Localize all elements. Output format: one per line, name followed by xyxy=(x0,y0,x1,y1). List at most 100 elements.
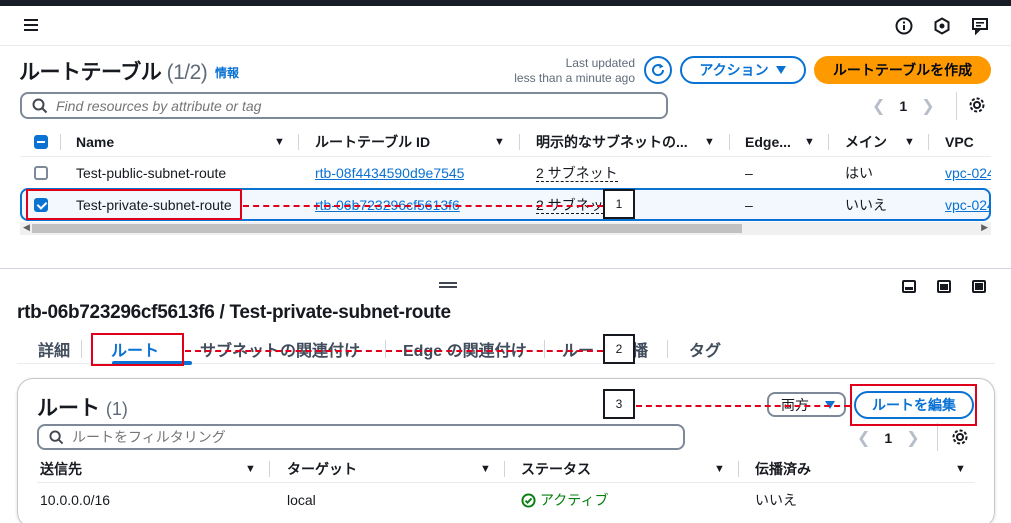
info-link[interactable]: 情報 xyxy=(215,64,239,81)
scroll-right-icon[interactable]: ▶ xyxy=(981,222,988,233)
refresh-icon xyxy=(652,63,665,77)
column-header-edge[interactable]: Edge... xyxy=(745,127,791,157)
sort-icon[interactable]: ▼ xyxy=(274,127,285,157)
row-main: はい xyxy=(845,165,873,181)
column-label: Edge... xyxy=(745,134,791,150)
row-name: Test-public-subnet-route xyxy=(76,165,227,181)
column-label: 送信先 xyxy=(40,461,82,477)
route-table-id-link[interactable]: rtb-08f4434590d9e7545 xyxy=(315,165,464,181)
row-main: いいえ xyxy=(845,197,887,213)
column-header-name[interactable]: Name xyxy=(76,127,114,157)
split-panel-divider[interactable] xyxy=(0,268,1011,269)
sort-icon[interactable]: ▼ xyxy=(704,127,715,157)
page-title-text: ルートテーブル xyxy=(19,61,162,84)
column-divider xyxy=(729,134,730,150)
route-propagated: いいえ xyxy=(755,492,797,508)
prev-page-icon[interactable]: ❮ xyxy=(857,428,870,448)
row-edge: – xyxy=(745,197,753,213)
column-header-subnets[interactable]: 明示的なサブネットの... xyxy=(536,127,688,157)
routes-count: (1) xyxy=(105,399,128,419)
info-icon[interactable] xyxy=(895,17,913,35)
status-text: アクティブ xyxy=(540,492,609,508)
column-divider xyxy=(928,134,929,150)
tab-edge-associations[interactable]: Edge の関連付け xyxy=(403,334,527,364)
scrollbar-thumb[interactable] xyxy=(32,224,742,233)
divider xyxy=(956,92,957,120)
refresh-button[interactable] xyxy=(644,56,672,84)
horizontal-scrollbar[interactable]: ◀ ▶ xyxy=(20,222,991,235)
column-label: ターゲット xyxy=(287,461,357,477)
annotation-callout-2: 2 xyxy=(603,334,635,364)
column-divider xyxy=(504,461,505,477)
next-page-icon[interactable]: ❯ xyxy=(906,428,919,448)
sort-icon[interactable]: ▼ xyxy=(804,127,815,157)
settings-gear-icon[interactable] xyxy=(968,96,986,114)
column-header-status[interactable]: ステータス xyxy=(521,455,591,483)
sort-icon[interactable]: ▼ xyxy=(904,127,915,157)
tab-tags[interactable]: タグ xyxy=(689,334,721,364)
sort-icon[interactable]: ▼ xyxy=(480,455,491,483)
sort-icon[interactable]: ▼ xyxy=(245,455,256,483)
current-page[interactable]: 1 xyxy=(899,98,907,114)
route-status: アクティブ xyxy=(521,484,608,516)
subnet-count[interactable]: 2 サブネット xyxy=(536,165,618,182)
caret-down-icon xyxy=(775,66,786,74)
tab-divider xyxy=(544,340,545,358)
select-all-checkbox[interactable] xyxy=(34,127,48,157)
sort-icon[interactable]: ▼ xyxy=(714,455,725,483)
route-destination: 10.0.0.0/16 xyxy=(40,492,111,508)
route-target: local xyxy=(287,492,316,508)
column-label: ステータス xyxy=(521,461,591,477)
table-row: 10.0.0.0/16 local アクティブ いいえ xyxy=(37,484,975,516)
column-label: 明示的なサブネットの... xyxy=(536,134,688,150)
menu-icon[interactable] xyxy=(24,19,38,31)
annotation-highlight-tab xyxy=(91,333,184,366)
route-search[interactable] xyxy=(37,424,685,450)
annotation-highlight-button xyxy=(850,384,977,426)
column-header-propagated[interactable]: 伝播済み xyxy=(755,455,811,483)
settings-gear-icon[interactable] xyxy=(951,428,969,446)
scroll-left-icon[interactable]: ◀ xyxy=(23,222,30,233)
column-header-vpc[interactable]: VPC xyxy=(945,127,974,157)
divider xyxy=(937,423,938,451)
panel-side-icon[interactable] xyxy=(937,280,951,293)
create-route-table-button[interactable]: ルートテーブルを作成 xyxy=(814,56,991,84)
resource-search[interactable] xyxy=(20,92,668,119)
tab-divider xyxy=(667,340,668,358)
notifications-icon[interactable] xyxy=(933,17,951,35)
annotation-line xyxy=(636,405,850,407)
routes-table-header: 送信先 ▼ ターゲット ▼ ステータス ▼ 伝播済み ▼ xyxy=(37,455,975,483)
column-label: VPC xyxy=(945,134,974,150)
column-header-destination[interactable]: 送信先 xyxy=(40,455,82,483)
panel-bottom-icon[interactable] xyxy=(902,280,916,293)
sort-icon[interactable]: ▼ xyxy=(494,127,505,157)
tab-subnet-associations[interactable]: サブネットの関連付け xyxy=(200,334,360,364)
routes-heading: ルート (1) xyxy=(37,392,128,422)
sort-icon[interactable]: ▼ xyxy=(955,455,966,483)
actions-label: アクション xyxy=(699,62,769,78)
row-checkbox[interactable] xyxy=(34,157,48,189)
column-divider xyxy=(738,461,739,477)
last-updated: Last updated less than a minute ago xyxy=(514,56,635,86)
next-page-icon[interactable]: ❯ xyxy=(921,96,934,116)
tab-divider xyxy=(385,340,386,358)
column-header-id[interactable]: ルートテーブル ID xyxy=(315,127,430,157)
table-row[interactable]: Test-public-subnet-route rtb-08f4434590d… xyxy=(20,157,991,189)
vpc-link[interactable]: vpc-024 xyxy=(945,197,991,213)
tab-details[interactable]: 詳細 xyxy=(38,334,70,364)
search-input[interactable] xyxy=(56,97,636,114)
annotation-line xyxy=(185,350,603,352)
column-header-target[interactable]: ターゲット xyxy=(287,455,357,483)
drag-handle-icon[interactable] xyxy=(439,282,457,288)
column-header-main[interactable]: メイン xyxy=(845,127,887,157)
route-search-input[interactable] xyxy=(72,429,652,445)
vpc-link[interactable]: vpc-024 xyxy=(945,165,991,181)
feedback-icon[interactable] xyxy=(971,17,989,35)
current-page[interactable]: 1 xyxy=(884,430,892,446)
prev-page-icon[interactable]: ❮ xyxy=(872,96,885,116)
panel-maximize-icon[interactable] xyxy=(972,280,986,293)
actions-button[interactable]: アクション xyxy=(680,56,806,84)
annotation-callout-1: 1 xyxy=(603,189,635,219)
page-title: ルートテーブル (1/2) xyxy=(19,56,208,86)
check-circle-icon xyxy=(521,492,536,508)
